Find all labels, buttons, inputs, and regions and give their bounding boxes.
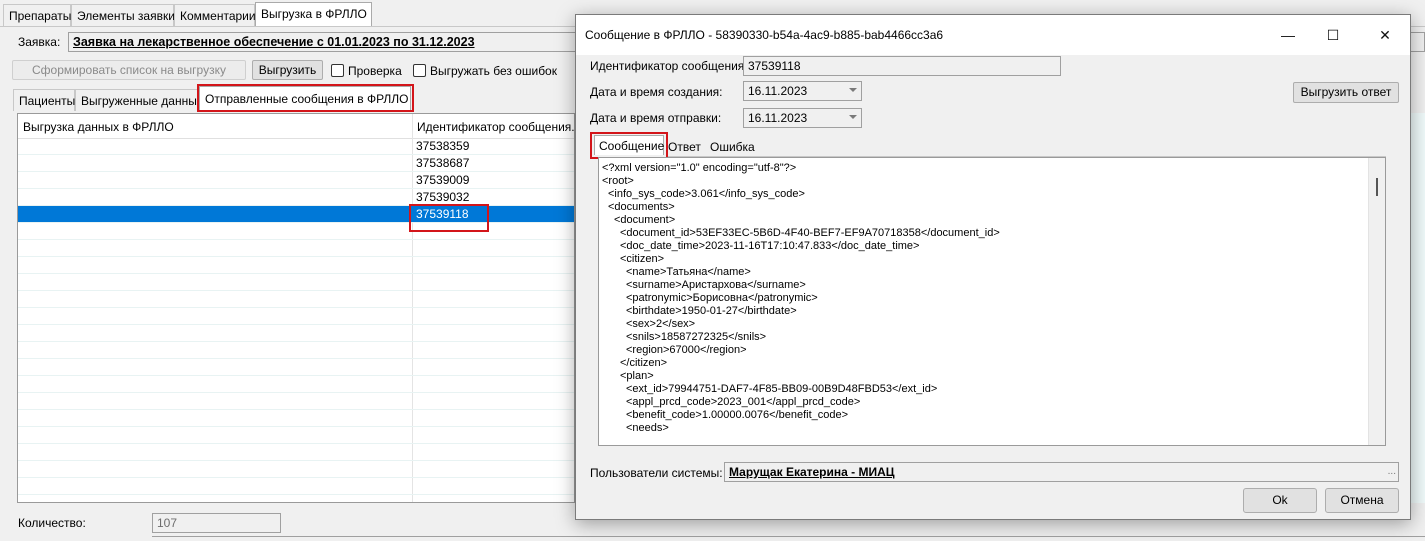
xml-line: <benefit_code>1.00000.0076</benefit_code… bbox=[626, 409, 849, 421]
export-answer-button[interactable]: Выгрузить ответ bbox=[1293, 82, 1399, 103]
scrollbar-thumb[interactable] bbox=[1376, 178, 1378, 196]
table-row bbox=[18, 427, 574, 444]
tab-comments[interactable]: Комментарии bbox=[174, 4, 256, 26]
table-row bbox=[18, 291, 574, 308]
maximize-icon[interactable]: ☐ bbox=[1318, 23, 1348, 47]
highlight-selected-id bbox=[409, 204, 489, 232]
table-row bbox=[18, 240, 574, 257]
xml-content-area[interactable]: <?xml version="1.0" encoding="utf-8"?> <… bbox=[598, 157, 1386, 446]
xml-line: <?xml version="1.0" encoding="utf-8"?> bbox=[602, 162, 797, 174]
xml-line: <document_id>53EF33EC-5B6D-4F40-BEF7-EF9… bbox=[620, 227, 1000, 239]
table-row bbox=[18, 274, 574, 291]
xml-line: <needs> bbox=[626, 422, 669, 434]
table-row bbox=[18, 410, 574, 427]
xml-line: <citizen> bbox=[620, 253, 665, 265]
tab-frllo-export[interactable]: Выгрузка в ФРЛЛО bbox=[255, 2, 372, 27]
xml-line: <birthdate>1950-01-27</birthdate> bbox=[626, 305, 797, 317]
users-field[interactable]: Марущак Екатерина - МИАЦ ... bbox=[724, 462, 1399, 482]
xml-line: <region>67000</region> bbox=[626, 344, 747, 356]
table-row bbox=[18, 359, 574, 376]
users-label: Пользователи системы: bbox=[590, 466, 723, 480]
grid-header: Выгрузка данных в ФРЛЛО Идентификатор со… bbox=[18, 114, 574, 139]
messages-grid[interactable]: Выгрузка данных в ФРЛЛО Идентификатор со… bbox=[17, 113, 575, 503]
table-row[interactable]: 37538687 bbox=[18, 155, 574, 172]
minimize-icon[interactable]: — bbox=[1273, 23, 1303, 47]
dialog-title: Сообщение в ФРЛЛО - 58390330-b54a-4ac9-b… bbox=[585, 28, 944, 42]
table-row bbox=[18, 444, 574, 461]
form-list-button[interactable]: Сформировать список на выгрузку bbox=[12, 60, 246, 80]
table-row bbox=[18, 257, 574, 274]
users-value: Марущак Екатерина - МИАЦ bbox=[729, 465, 895, 479]
dialog-titlebar[interactable]: Сообщение в ФРЛЛО - 58390330-b54a-4ac9-b… bbox=[576, 15, 1410, 55]
xml-line: <root> bbox=[602, 175, 634, 187]
tab-error[interactable]: Ошибка bbox=[706, 137, 759, 157]
xml-line: <name>Татьяна</name> bbox=[626, 266, 751, 278]
chevron-down-icon[interactable] bbox=[849, 115, 857, 119]
sent-date-field[interactable]: 16.11.2023 bbox=[743, 108, 862, 128]
request-label: Заявка: bbox=[18, 35, 61, 49]
created-date-value: 16.11.2023 bbox=[748, 84, 808, 98]
xml-line: <sex>2</sex> bbox=[626, 318, 696, 330]
created-label: Дата и время создания: bbox=[590, 85, 723, 99]
table-row-selected[interactable]: 37539118 bbox=[18, 206, 574, 223]
table-row bbox=[18, 308, 574, 325]
table-row[interactable]: 37538359 bbox=[18, 138, 574, 155]
table-row bbox=[18, 478, 574, 495]
created-date-field[interactable]: 16.11.2023 bbox=[743, 81, 862, 101]
message-dialog: Сообщение в ФРЛЛО - 58390330-b54a-4ac9-b… bbox=[575, 14, 1411, 520]
no-errors-label: Выгружать без ошибок bbox=[430, 64, 557, 78]
cancel-button[interactable]: Отмена bbox=[1325, 488, 1399, 513]
highlight-message-tab bbox=[590, 132, 668, 159]
ellipsis-button[interactable]: ... bbox=[1388, 463, 1396, 481]
table-row[interactable]: 37539032 bbox=[18, 189, 574, 206]
xml-line: </citizen> bbox=[620, 357, 668, 369]
upload-button[interactable]: Выгрузить bbox=[252, 60, 323, 80]
message-id-label: Идентификатор сообщения: bbox=[590, 59, 748, 73]
message-id-cell: 37538359 bbox=[416, 139, 470, 153]
xml-line: <appl_prcd_code>2023_001</appl_prcd_code… bbox=[626, 396, 861, 408]
xml-line: <surname>Аристархова</surname> bbox=[626, 279, 806, 291]
xml-line: <snils>18587272325</snils> bbox=[626, 331, 767, 343]
table-row bbox=[18, 342, 574, 359]
bottom-field-edge bbox=[152, 536, 1425, 541]
check-checkbox[interactable] bbox=[331, 64, 344, 77]
grid-col-export[interactable]: Выгрузка данных в ФРЛЛО bbox=[18, 114, 412, 138]
table-row bbox=[18, 393, 574, 410]
count-label: Количество: bbox=[18, 516, 86, 530]
close-icon[interactable]: ✕ bbox=[1370, 23, 1400, 47]
sent-label: Дата и время отправки: bbox=[590, 111, 722, 125]
message-id-field[interactable]: 37539118 bbox=[743, 56, 1061, 76]
highlight-sent-messages-tab bbox=[197, 84, 414, 112]
xml-line: <patronymic>Борисовна</patronymic> bbox=[626, 292, 818, 304]
tab-answer[interactable]: Ответ bbox=[664, 137, 705, 157]
xml-line: <plan> bbox=[620, 370, 654, 382]
no-errors-checkbox[interactable] bbox=[413, 64, 426, 77]
tab-drugs[interactable]: Препараты bbox=[3, 4, 71, 26]
xml-line: <document> bbox=[614, 214, 676, 226]
sent-date-value: 16.11.2023 bbox=[748, 111, 808, 125]
table-row bbox=[18, 461, 574, 478]
count-field[interactable]: 107 bbox=[152, 513, 281, 533]
table-row bbox=[18, 223, 574, 240]
check-label: Проверка bbox=[348, 64, 402, 78]
table-row bbox=[18, 376, 574, 393]
chevron-down-icon[interactable] bbox=[849, 88, 857, 92]
tab-patients[interactable]: Пациенты bbox=[13, 89, 75, 111]
table-row bbox=[18, 325, 574, 342]
xml-line: <documents> bbox=[608, 201, 675, 213]
tab-exported-data[interactable]: Выгруженные данные bbox=[75, 89, 204, 111]
xml-line: <ext_id>79944751-DAF7-4F85-BB09-00B9D48F… bbox=[626, 383, 938, 395]
table-row[interactable]: 37539009 bbox=[18, 172, 574, 189]
grid-col-message-id[interactable]: Идентификатор сообщения... bbox=[412, 114, 574, 138]
message-id-cell: 37539009 bbox=[416, 173, 470, 187]
message-id-cell: 37538687 bbox=[416, 156, 470, 170]
vertical-scrollbar[interactable] bbox=[1368, 158, 1385, 445]
xml-line: <doc_date_time>2023-11-16T17:10:47.833</… bbox=[620, 240, 920, 252]
ok-button[interactable]: Ok bbox=[1243, 488, 1317, 513]
tab-request-items[interactable]: Элементы заявки bbox=[71, 4, 175, 26]
xml-line: <info_sys_code>3.061</info_sys_code> bbox=[608, 188, 805, 200]
